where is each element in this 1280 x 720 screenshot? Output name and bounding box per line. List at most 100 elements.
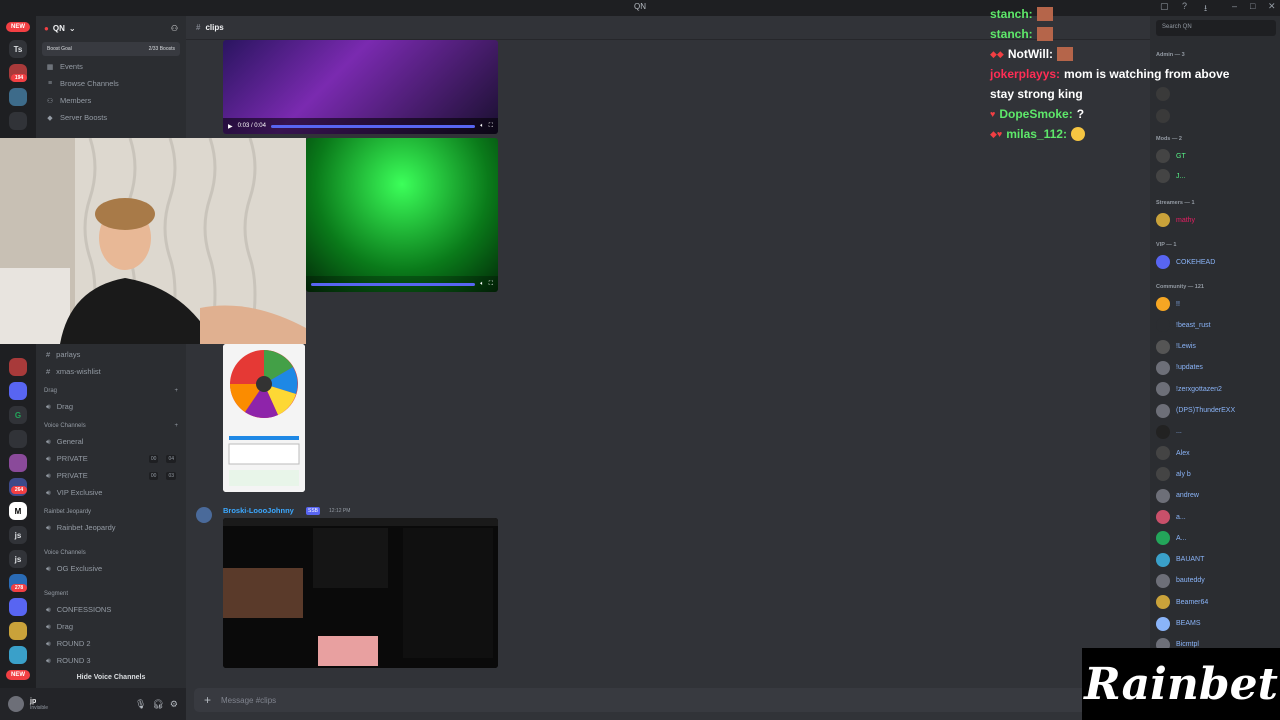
member-item[interactable]: BAUANT (1156, 552, 1276, 568)
category-rainbet[interactable]: Rainbet Jeopardy (36, 505, 186, 519)
server-icon[interactable] (9, 430, 27, 448)
avatar[interactable] (196, 507, 212, 523)
message-author[interactable]: Broski-LoooJohnny (223, 506, 294, 515)
image-attachment[interactable] (223, 518, 498, 668)
fullscreen-icon[interactable]: ⛶ (489, 123, 493, 130)
boost-goal-bar[interactable]: Boost Goal 2/33 Boosts (42, 42, 180, 56)
member-item[interactable]: J... (1156, 168, 1276, 184)
member-item[interactable]: BEAMS (1156, 616, 1276, 632)
avatar[interactable] (8, 696, 24, 712)
add-friend-icon[interactable]: ⚇ (171, 24, 178, 33)
server-icon[interactable] (9, 454, 27, 472)
voice-channel[interactable]: 🔊︎ PRIVATE 00 04 (36, 450, 186, 467)
member-item[interactable]: COKEHEAD (1156, 254, 1276, 270)
headphones-icon[interactable]: 🎧︎ (152, 699, 163, 710)
webcam-overlay (0, 138, 306, 344)
voice-channel[interactable]: 🔊︎ CONFESSIONS (36, 601, 186, 618)
server-icon[interactable] (9, 382, 27, 400)
hash-icon: # (46, 350, 51, 359)
member-item[interactable]: (DPS)ThunderEXX (1156, 403, 1276, 419)
voice-channel[interactable]: 🔊︎ Rainbet Jeopardy (36, 519, 186, 536)
member-item[interactable]: bauteddy (1156, 573, 1276, 589)
hash-icon: # (46, 367, 51, 376)
voice-channel[interactable]: 🔊︎ PRIVATE 00 03 (36, 467, 186, 484)
nav-server-boosts[interactable]: ◆ Server Boosts (36, 109, 186, 126)
guild-header[interactable]: ● QN ⌄ ⚇ (36, 16, 186, 40)
member-item[interactable]: ... (1156, 424, 1276, 440)
voice-channel[interactable]: 🔊︎ Drag (36, 398, 186, 415)
server-icon[interactable]: M (9, 502, 27, 520)
message-composer[interactable]: + Message #clips ▣ ▤ (194, 688, 1142, 712)
guild-dot-icon: ● (44, 23, 49, 33)
nav-members[interactable]: ⚇ Members (36, 92, 186, 109)
seek-bar[interactable] (270, 124, 476, 128)
server-icon[interactable] (9, 622, 27, 640)
voice-channel[interactable]: 🔊︎ ROUND 2 (36, 635, 186, 652)
nav-browse-channels[interactable]: ≡ Browse Channels (36, 75, 186, 92)
server-icon[interactable] (9, 358, 27, 376)
member-item[interactable]: !Lewis (1156, 339, 1276, 355)
channel-xmas-wishlist[interactable]: # xmas-wishlist (36, 363, 186, 380)
fullscreen-icon[interactable]: ⛶ (489, 281, 493, 288)
play-icon[interactable]: ▶ (228, 123, 233, 130)
server-js[interactable]: js (9, 526, 27, 544)
member-item[interactable]: Beamer64 (1156, 594, 1276, 610)
avatar (1156, 552, 1170, 567)
heart-icon: ♥ (990, 109, 996, 119)
chat-message: ◆◆ NotWill: (990, 44, 1280, 64)
voice-channel[interactable]: 🔊︎ General (36, 433, 186, 450)
gear-icon[interactable]: ⚙ (170, 699, 178, 710)
member-item[interactable]: !! (1156, 296, 1276, 312)
speaker-icon: 🔊︎ (46, 487, 51, 497)
channel-sidebar: ● QN ⌄ ⚇ Boost Goal 2/33 Boosts ▦ Events … (36, 16, 186, 688)
voice-channel[interactable]: 🔊︎ Drag (36, 618, 186, 635)
member-item[interactable]: A... (1156, 530, 1276, 546)
message-input[interactable]: Message #clips (221, 696, 276, 705)
add-icon[interactable]: + (174, 388, 178, 394)
channel-parlays[interactable]: # parlays (36, 346, 186, 363)
nav-events[interactable]: ▦ Events (36, 58, 186, 75)
mic-icon[interactable]: 🎙︎ (135, 699, 146, 710)
video-player[interactable]: 🔈︎ ⛶ (306, 138, 498, 292)
server-icon[interactable] (9, 88, 27, 106)
member-item[interactable]: !zerxgottazen2 (1156, 381, 1276, 397)
voice-channel[interactable]: 🔊︎ OG Exclusive (36, 560, 186, 577)
chat-text: ? (1076, 107, 1085, 121)
server-ts[interactable]: Ts (9, 40, 27, 58)
member-item[interactable]: aly b (1156, 466, 1276, 482)
server-js[interactable]: js (9, 550, 27, 568)
category-drag[interactable]: Drag + (36, 384, 186, 398)
avatar (1156, 531, 1170, 546)
seek-bar[interactable] (311, 282, 476, 286)
category-voice[interactable]: Voice Channels (36, 546, 186, 560)
add-attachment-icon[interactable]: + (204, 693, 211, 707)
category-voice[interactable]: Voice Channels + (36, 419, 186, 433)
image-attachment[interactable] (223, 344, 305, 492)
voice-channel[interactable]: 🔊︎ ROUND 3 (36, 652, 186, 669)
member-item[interactable]: a... (1156, 509, 1276, 525)
server-icon[interactable]: G (9, 406, 27, 424)
speaker-icon: 🔊︎ (46, 638, 51, 648)
volume-icon[interactable]: 🔈︎ (480, 281, 484, 288)
server-icon[interactable] (9, 598, 27, 616)
hide-voice-channels[interactable]: Hide Voice Channels (36, 669, 186, 686)
avatar (1156, 510, 1170, 524)
member-item[interactable]: Alex (1156, 445, 1276, 461)
speaker-icon: 🔊︎ (46, 470, 51, 480)
member-item[interactable]: !updates (1156, 360, 1276, 376)
add-icon[interactable]: + (174, 423, 178, 429)
volume-icon[interactable]: 🔈︎ (480, 123, 484, 130)
user-info[interactable]: jp Invisible (30, 698, 48, 711)
server-icon[interactable] (9, 646, 27, 664)
member-item[interactable]: !beast_rust (1156, 317, 1276, 333)
avatar (1156, 360, 1170, 375)
category-segment[interactable]: Segment (36, 587, 186, 601)
member-item[interactable]: andrew (1156, 488, 1276, 504)
chat-user: stanch: (990, 27, 1033, 41)
video-player[interactable]: ▶ 0:03 / 0:04 🔈︎ ⛶ (223, 40, 498, 134)
member-item[interactable]: GT (1156, 148, 1276, 164)
speaker-icon: 🔊︎ (46, 436, 51, 446)
voice-channel[interactable]: 🔊︎ VIP Exclusive (36, 484, 186, 501)
member-item[interactable]: mathy (1156, 212, 1276, 228)
server-icon[interactable] (9, 112, 27, 130)
